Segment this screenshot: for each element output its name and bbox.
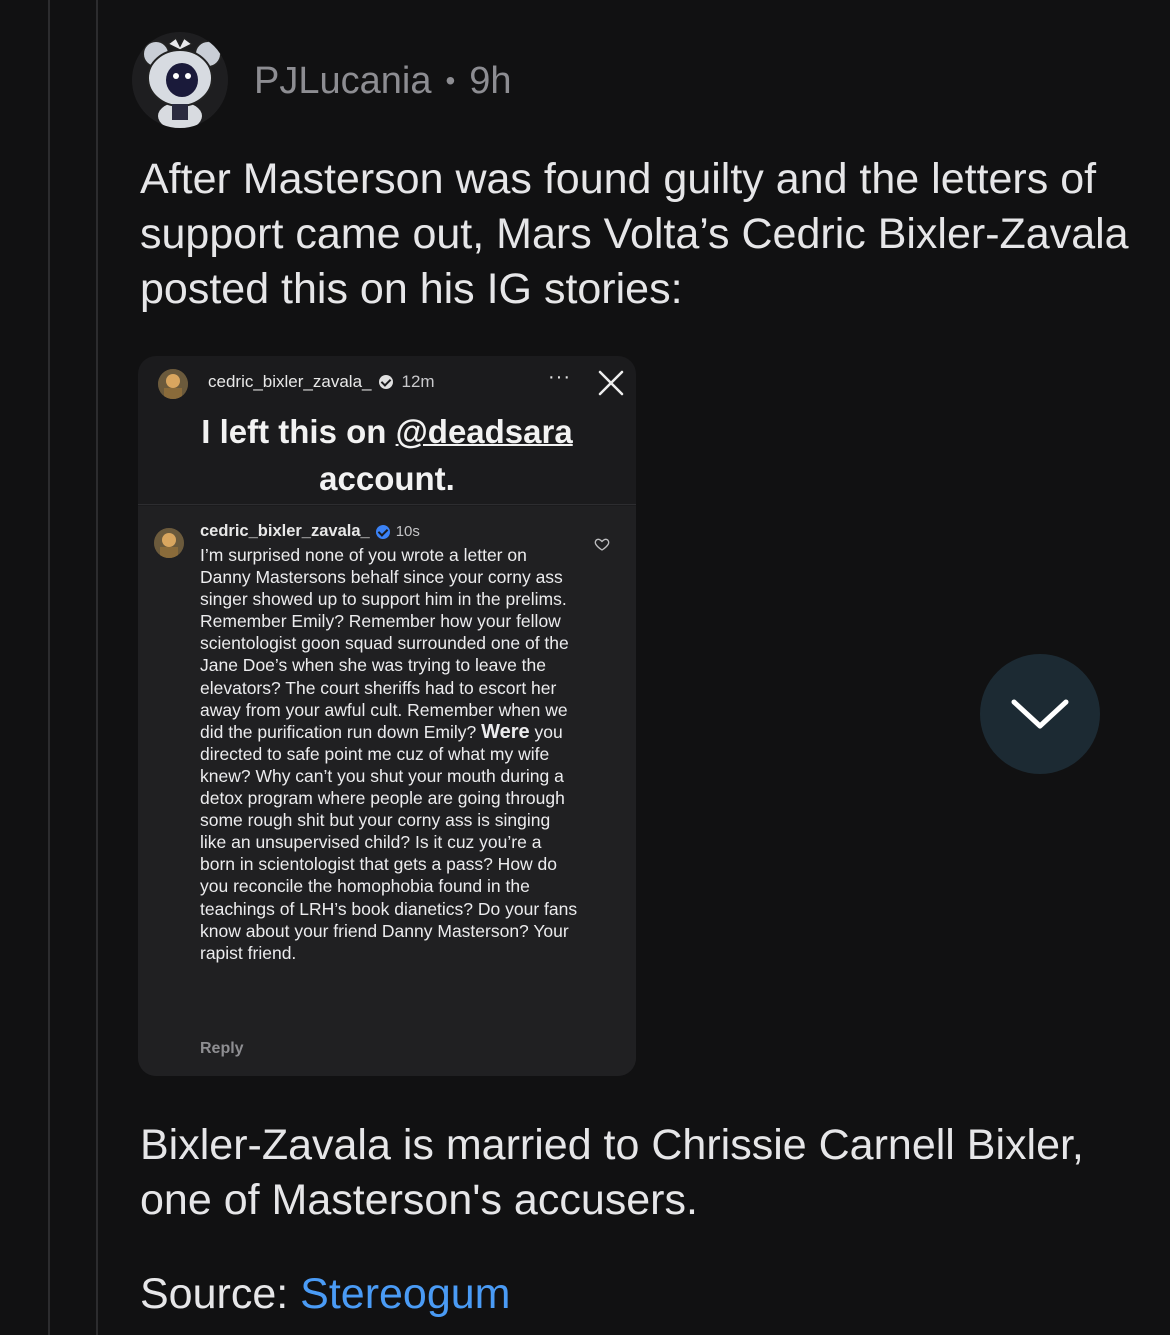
caption-text: I left this on bbox=[201, 413, 396, 450]
ig-comment-text: I’m surprised none of you wrote a letter… bbox=[200, 544, 580, 964]
embedded-image[interactable]: cedric_bixler_zavala_ 12m ··· I left thi… bbox=[138, 356, 636, 1076]
snoo-avatar-icon[interactable] bbox=[132, 32, 228, 128]
ig-username: cedric_bixler_zavala_ bbox=[208, 372, 372, 391]
ig-avatar-icon bbox=[158, 369, 188, 399]
comment-body-continued: Bixler-Zavala is married to Chrissie Car… bbox=[140, 1121, 1084, 1224]
ig-story-caption: I left this on @deadsara account. bbox=[138, 408, 636, 502]
source-link[interactable]: Stereogum bbox=[300, 1270, 510, 1318]
ig-comment-text-part: I’m surprised none of you wrote a letter… bbox=[200, 545, 569, 742]
divider bbox=[138, 504, 636, 505]
comment-age: 9h bbox=[469, 59, 512, 102]
source-label: Source: bbox=[140, 1270, 289, 1318]
comment-body: After Masterson was found guilty and the… bbox=[140, 155, 1129, 313]
author-name[interactable]: PJLucania bbox=[254, 60, 431, 103]
comment-meta: PJLucania • 9h bbox=[254, 58, 512, 104]
ig-story-header: cedric_bixler_zavala_ 12m bbox=[208, 372, 435, 392]
ig-comment-text-part-end: you directed to safe point me cuz of wha… bbox=[200, 721, 578, 963]
heart-icon bbox=[594, 536, 610, 552]
chevron-down-icon bbox=[1011, 699, 1069, 729]
ig-comment-header: cedric_bixler_zavala_ 10s bbox=[200, 522, 420, 541]
source-line: Source: Stereogum bbox=[140, 1267, 511, 1322]
thread-line[interactable] bbox=[48, 0, 50, 1335]
ig-comment: cedric_bixler_zavala_ 10s I’m surprised … bbox=[138, 506, 636, 1076]
more-options-icon: ··· bbox=[548, 366, 571, 388]
caption-text-end: account. bbox=[319, 460, 455, 497]
ig-comment-time: 10s bbox=[395, 523, 420, 540]
verified-badge-icon bbox=[375, 524, 390, 539]
ig-story-time: 12m bbox=[401, 372, 435, 391]
verified-badge-icon bbox=[379, 375, 394, 389]
reddit-comment-view: PJLucania • 9h After Masterson was found… bbox=[0, 0, 1170, 1335]
ig-comment-avatar-icon bbox=[154, 528, 184, 558]
close-icon bbox=[596, 368, 626, 398]
meta-separator: • bbox=[445, 65, 456, 96]
ig-comment-username: cedric_bixler_zavala_ bbox=[200, 522, 370, 540]
scroll-down-button[interactable] bbox=[980, 654, 1100, 774]
caption-mention: @deadsara bbox=[395, 413, 573, 450]
thread-line-nested[interactable] bbox=[96, 0, 98, 1335]
ig-reply-label: Reply bbox=[200, 1040, 244, 1057]
ig-comment-emphasis: Were bbox=[481, 720, 530, 743]
